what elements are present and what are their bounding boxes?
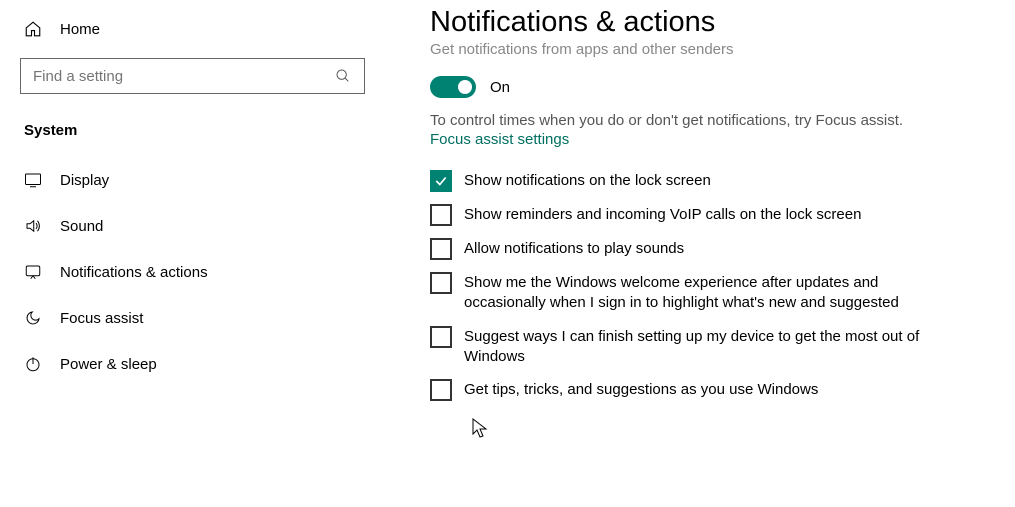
sidebar-item-notifications[interactable]: Notifications & actions [20,249,350,295]
focus-assist-link[interactable]: Focus assist settings [430,131,985,148]
page-title: Notifications & actions [430,6,985,39]
main-content: Notifications & actions Get notification… [370,0,1015,507]
sidebar-item-display[interactable]: Display [20,157,350,203]
checkbox-row-sounds: Allow notifications to play sounds [430,238,960,260]
checkbox-label: Show notifications on the lock screen [464,170,711,191]
checkbox-row-tips: Get tips, tricks, and suggestions as you… [430,379,960,401]
sidebar-item-focus[interactable]: Focus assist [20,295,350,341]
sidebar-item-label: Focus assist [60,310,143,327]
power-icon [24,355,42,373]
toggle-knob [458,80,472,94]
checkbox-tips[interactable] [430,379,452,401]
checkbox-label: Allow notifications to play sounds [464,238,684,259]
sidebar-section-system: System [20,122,350,139]
checkbox-label: Suggest ways I can finish setting up my … [464,326,960,368]
checkbox-lockscreen[interactable] [430,170,452,192]
checkbox-voip[interactable] [430,204,452,226]
checkbox-row-voip: Show reminders and incoming VoIP calls o… [430,204,960,226]
sidebar-item-sound[interactable]: Sound [20,203,350,249]
home-label: Home [60,21,100,38]
checkbox-welcome[interactable] [430,272,452,294]
checkbox-label: Show reminders and incoming VoIP calls o… [464,204,861,225]
sidebar-item-label: Display [60,172,109,189]
display-icon [24,171,42,189]
notifications-subtext: Get notifications from apps and other se… [430,41,985,58]
checkbox-label: Show me the Windows welcome experience a… [464,272,960,314]
checkbox-sounds[interactable] [430,238,452,260]
checkbox-row-welcome: Show me the Windows welcome experience a… [430,272,960,314]
sidebar-item-power[interactable]: Power & sleep [20,341,350,387]
sound-icon [24,217,42,235]
sidebar-item-label: Notifications & actions [60,264,208,281]
sidebar-item-label: Power & sleep [60,356,157,373]
checkbox-setup[interactable] [430,326,452,348]
home-icon [24,20,42,38]
notifications-toggle[interactable] [430,76,476,98]
checkbox-list: Show notifications on the lock screen Sh… [430,170,985,401]
sidebar-item-label: Sound [60,218,103,235]
checkbox-row-lockscreen: Show notifications on the lock screen [430,170,960,192]
toggle-row-notifications: On [430,76,985,98]
notifications-icon [24,263,42,281]
search-field[interactable] [33,68,333,85]
search-icon [334,67,352,85]
toggle-state-label: On [490,79,510,96]
focus-hint-text: To control times when you do or don't ge… [430,112,985,129]
focus-icon [24,309,42,327]
sidebar: Home System Display Sound Notifications … [0,0,370,507]
home-button[interactable]: Home [20,10,350,48]
search-input[interactable] [20,58,365,94]
checkbox-row-setup: Suggest ways I can finish setting up my … [430,326,960,368]
checkbox-label: Get tips, tricks, and suggestions as you… [464,379,818,400]
